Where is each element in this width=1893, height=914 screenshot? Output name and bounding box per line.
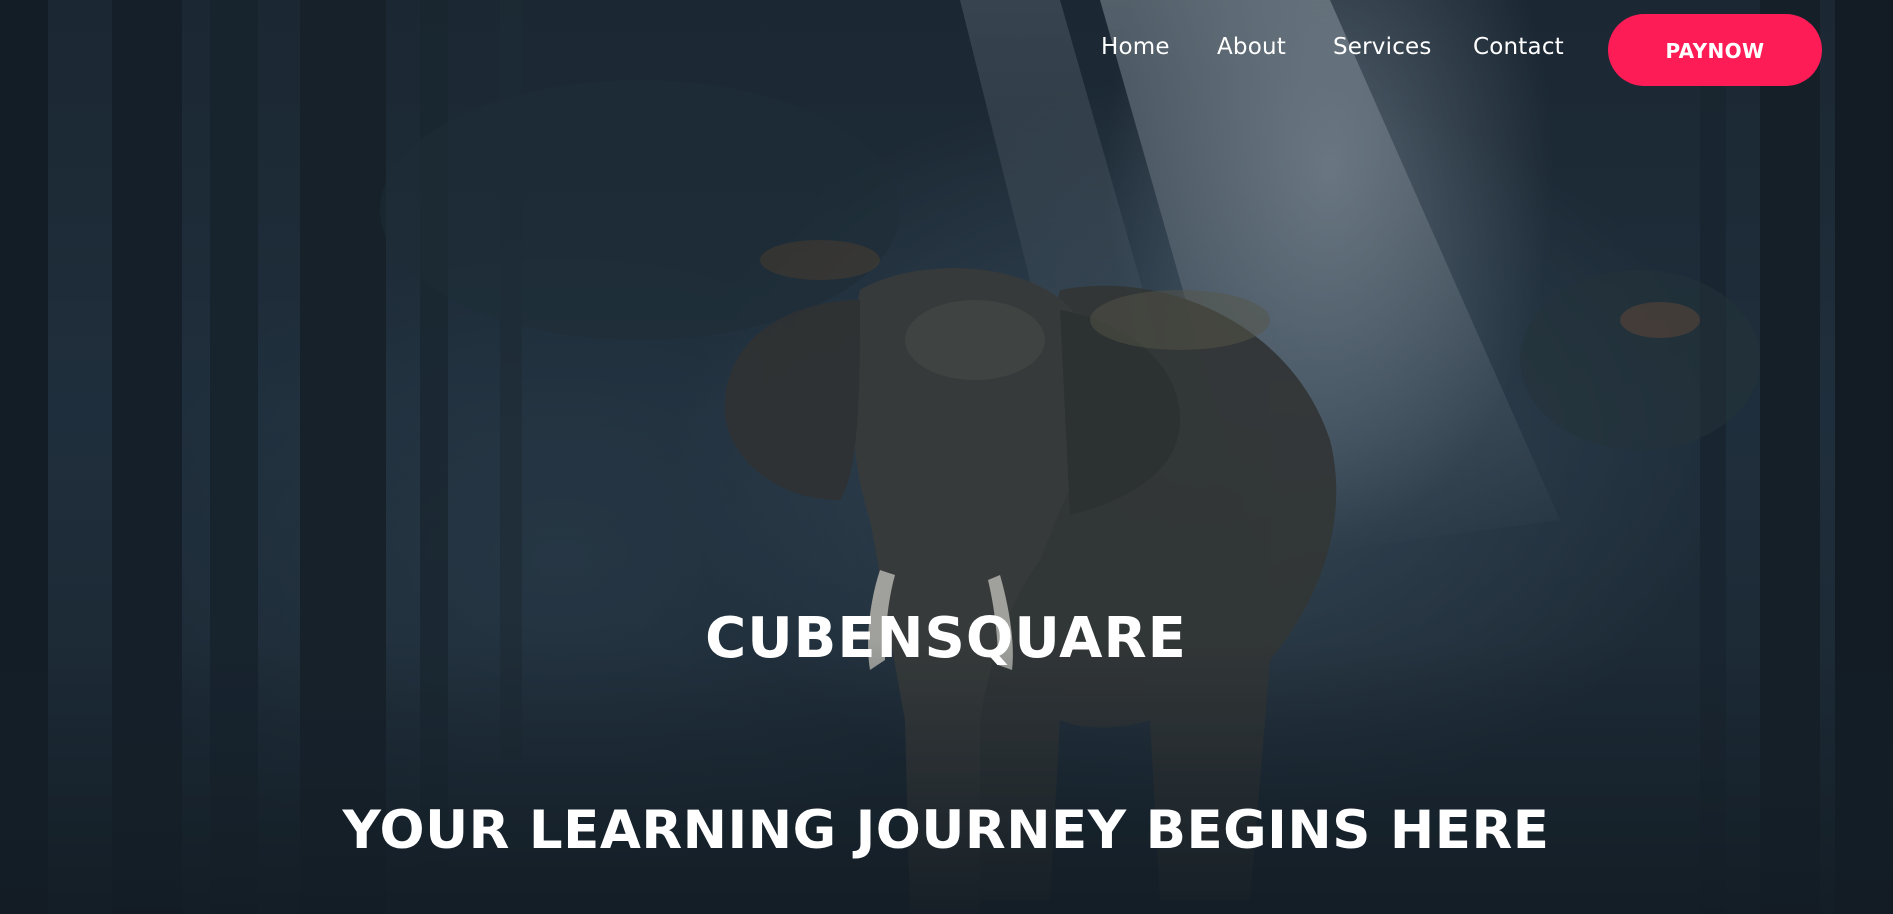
paynow-button[interactable]: PAYNOW — [1608, 14, 1822, 86]
nav-link-services[interactable]: Services — [1333, 34, 1432, 60]
hero-section: Home About Services Contact PAYNOW CUBEN… — [0, 0, 1893, 914]
nav-link-contact[interactable]: Contact — [1473, 34, 1564, 60]
hero-title: CUBENSQUARE — [705, 606, 1187, 671]
hero-background-image — [0, 0, 1893, 914]
main-nav: Home About Services Contact PAYNOW — [0, 0, 1893, 98]
hero-tagline: YOUR LEARNING JOURNEY BEGINS HERE — [342, 800, 1550, 861]
nav-link-home[interactable]: Home — [1101, 34, 1170, 60]
nav-link-about[interactable]: About — [1217, 34, 1286, 60]
